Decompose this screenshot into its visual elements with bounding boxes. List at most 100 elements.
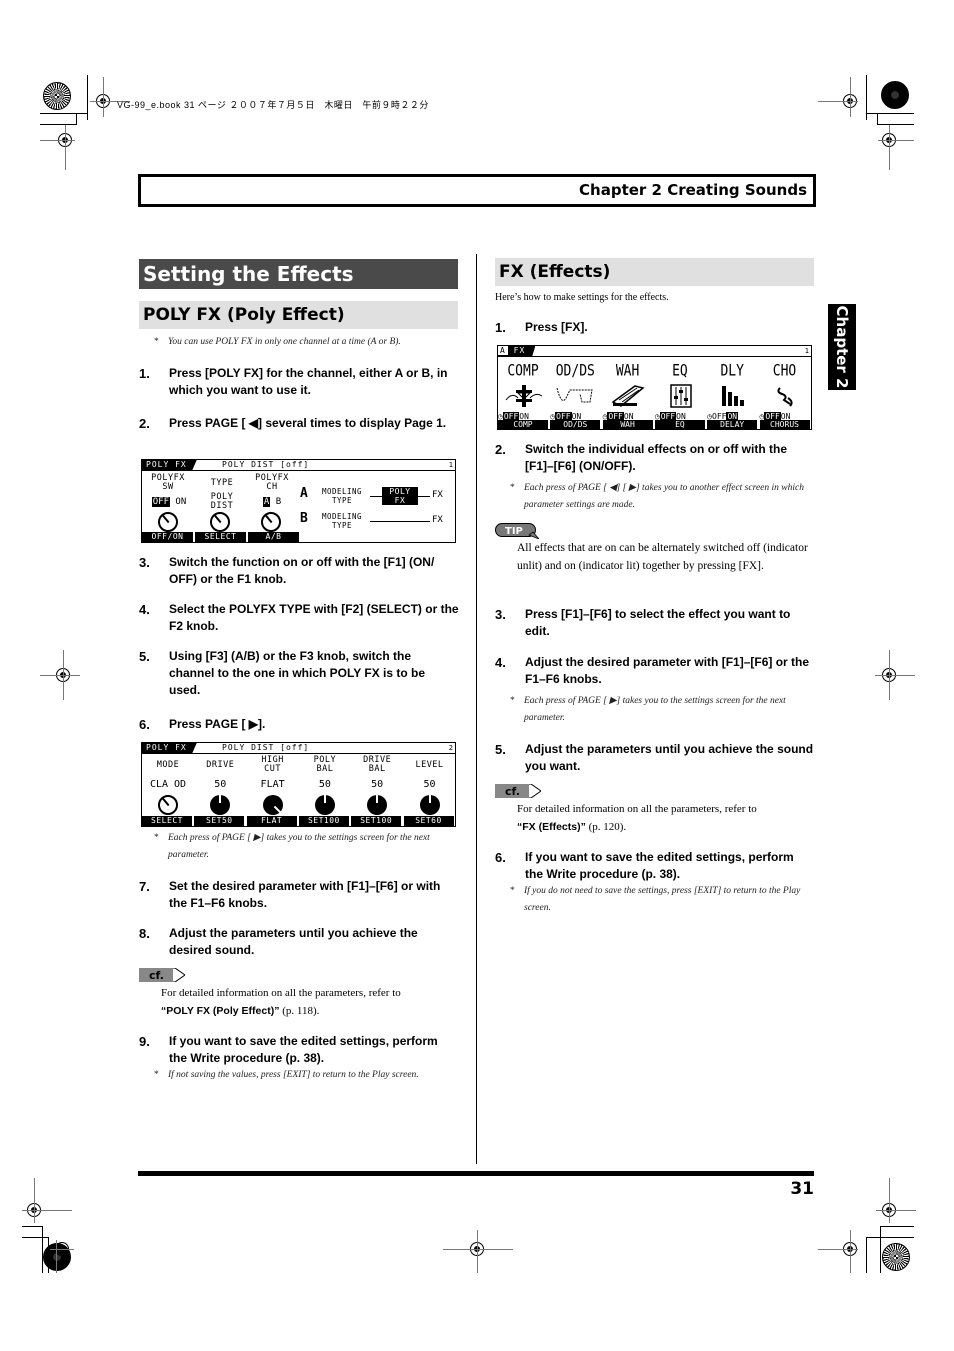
subsection-title-fx: FX (Effects)	[495, 258, 814, 286]
section-title: Setting the Effects	[139, 259, 458, 289]
crop-line	[22, 1210, 72, 1211]
lcd-effect-name: CHO	[772, 362, 797, 381]
crop-line	[889, 125, 890, 170]
print-meta: VG-99_e.book 31 ページ ２００７年７月５日 木曜日 午前９時２２…	[117, 100, 429, 110]
crop-line	[850, 77, 851, 117]
note-page-next: * Each press of PAGE [ ▶] takes you to th…	[154, 833, 430, 860]
step-3: 3. Press [F1]–[F6] to select the effect …	[495, 606, 815, 640]
registration-target-bottom-right	[882, 1243, 910, 1271]
crop-line	[866, 1237, 867, 1273]
step-text: Press [POLY FX] for the channel, either …	[169, 366, 448, 397]
crop-line	[50, 1249, 74, 1250]
step-number: 4.	[495, 655, 506, 670]
cf-link[interactable]: “POLY FX (Poly Effect)”	[161, 1005, 279, 1017]
lcd-off-indicator: OFF	[151, 497, 170, 507]
lcd-func-button: FLAT	[246, 816, 297, 826]
step-number: 3.	[139, 555, 150, 570]
lcd-func-button: DELAY	[707, 420, 758, 429]
lcd-func-button: CHORUS	[759, 420, 810, 429]
crop-line	[866, 1237, 914, 1238]
knob-icon	[367, 793, 388, 815]
lcd-route-a: A	[300, 486, 308, 501]
lcd-title: A FX	[498, 346, 536, 356]
step-6: 6. If you want to save the edited settin…	[495, 849, 815, 883]
knob-icon	[419, 793, 440, 815]
step-text: Press [F1]–[F6] to select the effect you…	[525, 607, 791, 638]
tip-text: All effects that are on can be alternate…	[517, 542, 808, 572]
lcd-route-line	[418, 496, 430, 497]
step-number: 1.	[139, 366, 150, 381]
crop-line	[22, 1237, 48, 1238]
cf-reference-fx: For detailed information on all the para…	[517, 800, 812, 836]
step-text: Adjust the desired parameter with [F1]–[…	[525, 655, 810, 686]
note-text: You can use POLY FX in only one channel …	[168, 337, 401, 347]
cf-label: cf.	[505, 785, 520, 798]
step-2: 2. Switch the individual effects on or o…	[495, 441, 815, 475]
lcd-fx-out-b: FX	[432, 515, 443, 525]
lcd-fx: A FX 1 COMP ◷OFFON COMP OD/DS ◷OFFON OD/DS WAH…	[497, 345, 812, 430]
step-text: Press PAGE [ ▶].	[169, 717, 266, 731]
cf-reference-poly-fx: For detailed information on all the para…	[161, 984, 456, 1020]
crop-line	[40, 113, 88, 114]
step-text: Using [F3] (A/B) or the F3 knob, switch …	[169, 649, 426, 697]
step-number: 6.	[139, 717, 150, 732]
step-text: Press PAGE [ ◀] several times to display…	[169, 416, 447, 430]
note-poly-fx-channel: * You can use POLY FX in only one channel…	[154, 337, 401, 347]
knob-icon	[210, 793, 231, 815]
lcd-modeling-type-b: MODELING TYPE	[321, 512, 363, 530]
lcd-route-b: B	[300, 511, 308, 526]
wah-pedal-icon	[609, 384, 649, 408]
lcd-param-value: 50	[371, 779, 384, 790]
note-text: Each press of PAGE [ ▶] takes you to the…	[168, 833, 430, 860]
step-number: 5.	[139, 649, 150, 664]
subsection-title-poly-fx: POLY FX (Poly Effect)	[139, 301, 458, 329]
crop-line	[877, 124, 914, 125]
crop-line	[63, 650, 64, 700]
lcd-param-label: DRIVE	[206, 760, 235, 770]
lcd-func-button: A/B	[248, 532, 299, 542]
lcd-subtitle: POLY DIST [off]	[222, 460, 310, 469]
lcd-channel-a: A	[262, 497, 271, 507]
lcd-title: POLY FX	[142, 743, 197, 753]
chapter-side-tab-label: Chapter 2	[833, 305, 851, 389]
lcd-func-button: SET100	[351, 816, 402, 826]
step-text: Set the desired parameter with [F1]–[F6]…	[169, 879, 441, 910]
cf-reference-icon: cf.	[495, 784, 541, 798]
step-3: 3. Switch the function on or off with th…	[139, 554, 459, 588]
cf-link[interactable]: “FX (Effects)”	[517, 821, 586, 833]
crop-line	[34, 1178, 35, 1223]
lcd-on-indicator: ON	[175, 497, 187, 507]
step-number: 1.	[495, 320, 506, 335]
step-text: Adjust the parameters until you achieve …	[169, 926, 418, 957]
lcd-func-button: SET60	[403, 816, 454, 826]
eq-sliders-icon	[661, 384, 701, 408]
step-number: 4.	[139, 602, 150, 617]
note-text: Each press of PAGE [ ▶] takes you to the…	[524, 696, 786, 723]
step-number: 5.	[495, 742, 506, 757]
crop-line	[850, 1230, 851, 1273]
crop-line	[818, 101, 858, 102]
lcd-channel: A	[498, 346, 508, 355]
lcd-effect-name: COMP	[507, 362, 539, 381]
step-number: 6.	[495, 850, 506, 865]
page-number: 31	[790, 1179, 814, 1199]
step-5: 5. Adjust the parameters until you achie…	[495, 741, 815, 775]
tip-label: TIP	[505, 526, 523, 537]
lcd-param-label: HIGH CUT	[261, 755, 284, 774]
step-5: 5. Using [F3] (A/B) or the F3 knob, swit…	[139, 648, 459, 699]
lcd-func-button: COMP	[498, 420, 548, 429]
lcd-effect-name: WAH	[615, 362, 640, 381]
step-text: If you want to save the edited settings,…	[525, 850, 794, 881]
step-text: Switch the function on or off with the […	[169, 555, 435, 586]
lcd-param-label: MODE	[156, 760, 180, 770]
step-number: 2.	[495, 442, 506, 457]
knob-icon	[314, 793, 335, 815]
lcd-func-button: SELECT	[195, 532, 246, 542]
lcd-sw-value: OFF ON	[144, 497, 194, 507]
lcd-route-line	[370, 496, 382, 497]
lcd-func-button: SET100	[298, 816, 349, 826]
chapter-header: Chapter 2 Creating Sounds	[138, 174, 816, 207]
chorus-icon	[766, 384, 806, 408]
knob-icon	[210, 512, 230, 532]
cf-label: cf.	[149, 969, 164, 982]
